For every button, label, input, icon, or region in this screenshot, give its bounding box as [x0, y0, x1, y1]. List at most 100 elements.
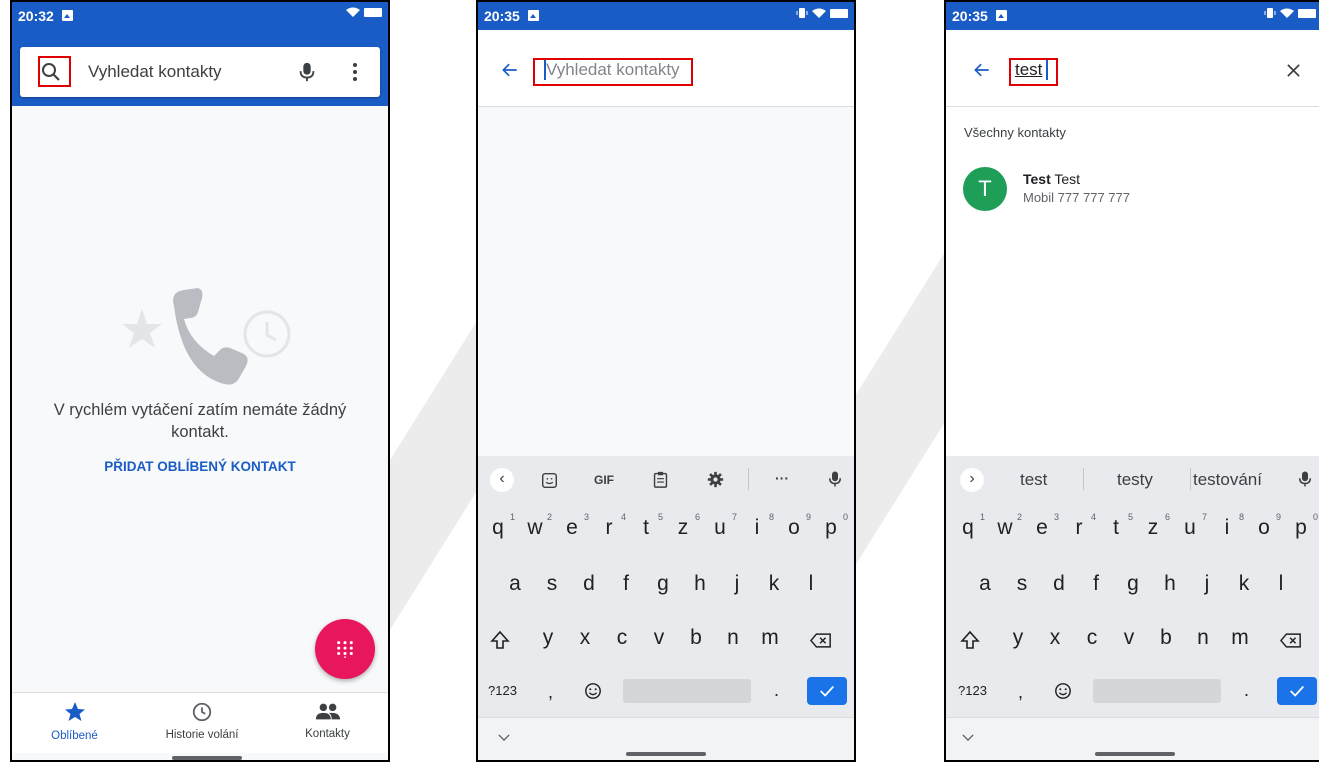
- key[interactable]: e3: [1027, 512, 1059, 540]
- gif-button[interactable]: GIF: [594, 473, 614, 487]
- key[interactable]: r4: [1064, 512, 1097, 540]
- key[interactable]: x: [570, 626, 600, 650]
- battery-icon: [1298, 8, 1316, 18]
- key[interactable]: i8: [742, 512, 774, 540]
- key[interactable]: p0: [816, 512, 848, 540]
- key[interactable]: g: [1118, 572, 1148, 596]
- symbols-key[interactable]: ?123: [488, 683, 517, 698]
- key[interactable]: s: [537, 572, 567, 596]
- key[interactable]: t5: [1101, 512, 1133, 540]
- search-bar[interactable]: Vyhledat kontakty: [20, 47, 380, 97]
- emoji-icon[interactable]: [584, 682, 602, 700]
- suggestion-2[interactable]: testy: [1117, 470, 1153, 490]
- key[interactable]: o9: [779, 512, 811, 540]
- emoji-icon[interactable]: [1054, 682, 1072, 700]
- key[interactable]: j: [1192, 572, 1222, 596]
- key[interactable]: m: [755, 626, 785, 650]
- microphone-icon[interactable]: [296, 60, 318, 84]
- key[interactable]: o9: [1249, 512, 1281, 540]
- key[interactable]: q1: [483, 512, 515, 540]
- clipboard-icon[interactable]: [652, 470, 669, 489]
- comma-key[interactable]: ,: [548, 682, 553, 703]
- key[interactable]: z6: [1138, 512, 1170, 540]
- key[interactable]: b: [1151, 626, 1181, 650]
- key[interactable]: z6: [668, 512, 700, 540]
- key[interactable]: y: [1003, 626, 1033, 650]
- more-options-icon[interactable]: [352, 62, 358, 82]
- key[interactable]: q1: [953, 512, 985, 540]
- key[interactable]: c: [607, 626, 637, 650]
- key[interactable]: x: [1040, 626, 1070, 650]
- key[interactable]: b: [681, 626, 711, 650]
- dialpad-fab[interactable]: [315, 619, 375, 679]
- key[interactable]: l: [1266, 572, 1296, 596]
- key[interactable]: f: [1081, 572, 1111, 596]
- key[interactable]: k: [1229, 572, 1259, 596]
- key[interactable]: k: [759, 572, 789, 596]
- suggestion-1[interactable]: test: [1020, 470, 1047, 490]
- tab-favorites[interactable]: Oblíbené: [12, 693, 137, 753]
- sticker-icon[interactable]: [541, 472, 558, 489]
- settings-gear-icon[interactable]: [707, 471, 724, 488]
- suggestion-3[interactable]: testování: [1193, 470, 1262, 490]
- wifi-icon: [346, 7, 360, 17]
- key[interactable]: i8: [1212, 512, 1244, 540]
- key[interactable]: n: [718, 626, 748, 650]
- key[interactable]: g: [648, 572, 678, 596]
- key[interactable]: a: [970, 572, 1000, 596]
- back-arrow-icon[interactable]: [972, 60, 992, 80]
- key[interactable]: w2: [990, 512, 1022, 540]
- symbols-key[interactable]: ?123: [958, 683, 987, 698]
- suggestion-strip: › test testy testování: [946, 456, 1319, 502]
- contact-result-item[interactable]: T Test Test Mobil 777 777 777: [946, 157, 1319, 219]
- key[interactable]: u7: [705, 512, 737, 540]
- more-button[interactable]: ···: [775, 470, 789, 486]
- spacebar[interactable]: [1093, 679, 1221, 703]
- key[interactable]: j: [722, 572, 752, 596]
- key[interactable]: d: [574, 572, 604, 596]
- key[interactable]: a: [500, 572, 530, 596]
- period-key[interactable]: .: [774, 680, 779, 701]
- key[interactable]: n: [1188, 626, 1218, 650]
- microphone-icon[interactable]: [1296, 468, 1314, 490]
- key[interactable]: u7: [1175, 512, 1207, 540]
- key[interactable]: h: [685, 572, 715, 596]
- status-bar: 20:35: [478, 2, 854, 30]
- key[interactable]: r4: [594, 512, 627, 540]
- key[interactable]: t5: [631, 512, 663, 540]
- clear-icon[interactable]: [1286, 63, 1301, 78]
- backspace-icon[interactable]: [1280, 632, 1302, 649]
- key[interactable]: w2: [520, 512, 552, 540]
- key[interactable]: m: [1225, 626, 1255, 650]
- key[interactable]: v: [1114, 626, 1144, 650]
- back-arrow-icon[interactable]: [500, 60, 520, 80]
- backspace-icon[interactable]: [810, 632, 832, 649]
- key[interactable]: l: [796, 572, 826, 596]
- search-placeholder[interactable]: Vyhledat kontakty: [88, 62, 222, 82]
- hide-keyboard-icon[interactable]: [962, 734, 974, 741]
- hide-keyboard-icon[interactable]: [498, 734, 510, 741]
- tab-call-history[interactable]: Historie volání: [137, 693, 267, 753]
- key[interactable]: p0: [1286, 512, 1318, 540]
- period-key[interactable]: .: [1244, 680, 1249, 701]
- key[interactable]: v: [644, 626, 674, 650]
- shift-icon[interactable]: [960, 630, 980, 650]
- key[interactable]: s: [1007, 572, 1037, 596]
- collapse-toolbar-button[interactable]: ‹: [490, 468, 514, 492]
- enter-key[interactable]: [1277, 677, 1317, 705]
- tab-contacts[interactable]: Kontakty: [267, 693, 388, 753]
- key[interactable]: c: [1077, 626, 1107, 650]
- key[interactable]: h: [1155, 572, 1185, 596]
- key[interactable]: d: [1044, 572, 1074, 596]
- highlight-box: [38, 56, 71, 87]
- expand-toolbar-button[interactable]: ›: [960, 468, 984, 492]
- key[interactable]: e3: [557, 512, 589, 540]
- add-favorite-button[interactable]: PŘIDAT OBLÍBENÝ KONTAKT: [12, 459, 388, 474]
- microphone-icon[interactable]: [826, 468, 844, 490]
- enter-key[interactable]: [807, 677, 847, 705]
- key[interactable]: y: [533, 626, 563, 650]
- key[interactable]: f: [611, 572, 641, 596]
- shift-icon[interactable]: [490, 630, 510, 650]
- spacebar[interactable]: [623, 679, 751, 703]
- comma-key[interactable]: ,: [1018, 682, 1023, 703]
